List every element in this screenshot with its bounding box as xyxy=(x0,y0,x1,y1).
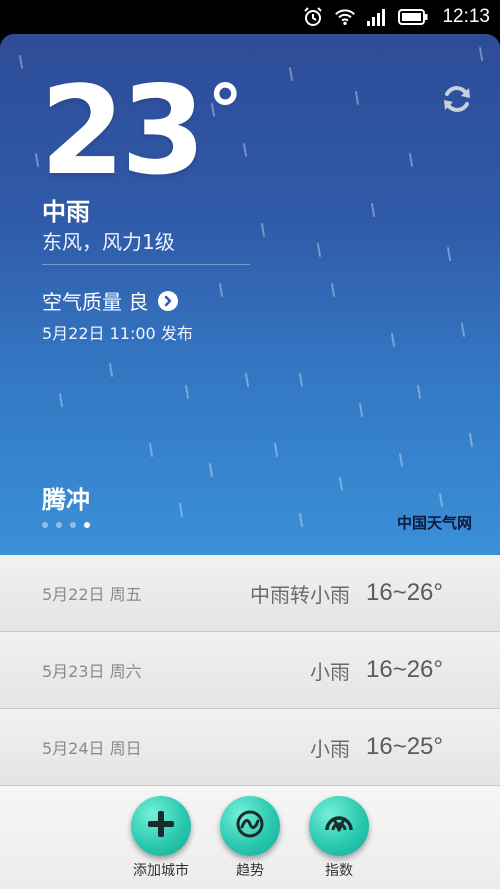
index-button[interactable]: 指数 xyxy=(294,796,384,880)
refresh-icon xyxy=(440,86,474,120)
forecast-row[interactable]: 5月22日 周五 中雨转小雨 16~26° xyxy=(0,555,500,632)
forecast-temp-range: 16~26° xyxy=(366,656,444,683)
chevron-right-icon xyxy=(158,290,179,311)
temperature-value: 23 xyxy=(40,60,206,202)
forecast-date: 5月24日 周日 xyxy=(42,739,142,758)
forecast-condition: 中雨转小雨 xyxy=(250,582,350,607)
add-city-button[interactable]: 添加城市 xyxy=(116,796,206,880)
battery-icon xyxy=(398,6,428,28)
weather-panel[interactable]: 23 ° 中雨 东风，风力1级 空气质量 良 5月22日 11:00 发布 腾冲… xyxy=(0,34,500,555)
page-dot xyxy=(42,522,48,528)
signal-icon xyxy=(366,6,388,28)
wind-info: 东风，风力1级 xyxy=(42,230,175,254)
bottom-action-bar: 添加城市 趋势 指数 xyxy=(0,786,500,889)
data-source-logo: 中国天气网 xyxy=(396,514,472,532)
air-quality-label: 空气质量 良 xyxy=(42,290,149,314)
temperature: 23 ° xyxy=(40,70,243,192)
forecast-temp-range: 16~26° xyxy=(366,579,444,606)
forecast-temp-range: 16~25° xyxy=(366,733,444,760)
index-label: 指数 xyxy=(325,863,353,879)
add-city-circle[interactable] xyxy=(131,796,191,856)
degree-symbol: ° xyxy=(207,70,243,152)
forecast-row[interactable]: 5月23日 周六 小雨 16~26° xyxy=(0,632,500,709)
forecast-condition: 小雨 xyxy=(310,736,350,761)
published-time: 5月22日 11:00 发布 xyxy=(42,324,193,343)
index-circle[interactable] xyxy=(309,796,369,856)
trend-circle[interactable] xyxy=(220,796,280,856)
page-dot-active xyxy=(84,522,90,528)
city-name: 腾冲 xyxy=(42,486,90,514)
weather-condition: 中雨 xyxy=(42,198,90,226)
forecast-date: 5月23日 周六 xyxy=(42,662,142,681)
divider xyxy=(42,264,250,265)
refresh-button[interactable] xyxy=(440,82,474,116)
forecast-row[interactable]: 5月24日 周日 小雨 16~25° xyxy=(0,709,500,786)
trend-button[interactable]: 趋势 xyxy=(205,796,295,880)
page-indicator xyxy=(42,522,90,528)
trend-label: 趋势 xyxy=(236,863,264,879)
forecast-date: 5月22日 周五 xyxy=(42,585,142,604)
add-city-label: 添加城市 xyxy=(133,863,189,879)
index-icon xyxy=(323,808,355,844)
status-bar: 12:13 xyxy=(0,0,500,34)
clock: 12:13 xyxy=(442,6,490,27)
forecast-condition: 小雨 xyxy=(310,659,350,684)
forecast-list: 5月22日 周五 中雨转小雨 16~26° 5月23日 周六 小雨 16~26°… xyxy=(0,555,500,786)
page-dot xyxy=(70,522,76,528)
wifi-icon xyxy=(334,6,356,28)
trend-icon xyxy=(234,808,266,844)
alarm-icon xyxy=(302,6,324,28)
plus-icon xyxy=(145,808,177,844)
page-dot xyxy=(56,522,62,528)
air-quality-link[interactable]: 空气质量 良 xyxy=(42,286,179,315)
